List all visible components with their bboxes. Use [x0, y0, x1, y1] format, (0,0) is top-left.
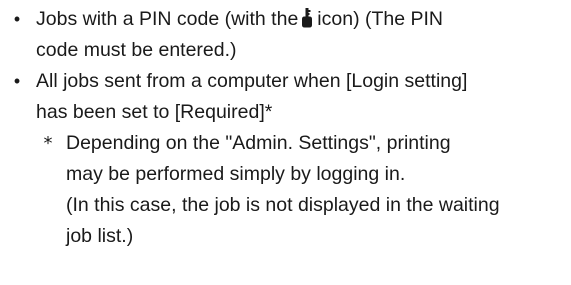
item-text-line: code must be entered.) [36, 39, 237, 61]
list-item-pin-jobs: • Jobs with a PIN code (with the icon) (T… [0, 4, 571, 66]
footnote-line: Depending on the "Admin. Settings", prin… [66, 132, 451, 154]
item-text-line: All jobs sent from a computer when [Logi… [36, 70, 468, 92]
list-item-login-jobs: • All jobs sent from a computer when [Lo… [0, 66, 571, 128]
footnote-line: (In this case, the job is not displayed … [66, 194, 500, 216]
bullet: • [13, 9, 21, 29]
item-text-line: has been set to [Required]* [36, 101, 273, 123]
footnote: * Depending on the "Admin. Settings", pr… [0, 128, 571, 252]
item-text-line: Jobs with a PIN code (with the icon) (The… [36, 4, 567, 35]
item-text-after-icon: icon) (The PIN [317, 8, 443, 30]
footnote-line: may be performed simply by logging in. [66, 163, 406, 185]
bullet: • [13, 71, 21, 91]
footnote-mark: * [43, 133, 53, 154]
footnote-line: job list.) [66, 225, 134, 247]
lock-icon [300, 7, 314, 28]
document-body: • Jobs with a PIN code (with the icon) (T… [0, 4, 571, 252]
item-text-before-icon: Jobs with a PIN code (with the [36, 8, 299, 30]
